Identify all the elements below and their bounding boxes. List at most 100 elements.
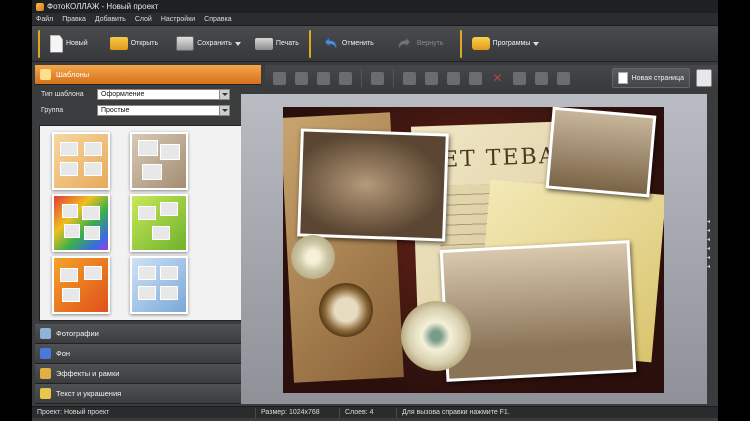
toolbar-separator — [361, 69, 362, 87]
template-thumbnail[interactable] — [130, 194, 188, 252]
main-toolbar: Новый Открыть Сохранить Печать Отменить … — [32, 26, 718, 62]
gear-icon[interactable] — [535, 71, 548, 85]
background-section-header[interactable]: Фон — [35, 344, 261, 364]
group-select[interactable]: Простые — [97, 104, 230, 116]
template-thumbnail[interactable] — [52, 256, 110, 314]
photos-section-header[interactable]: Фотографии — [35, 324, 261, 344]
canvas-toolbar: ✕ Новая страница — [265, 65, 718, 91]
chevron-down-icon[interactable] — [219, 105, 229, 115]
toolbar-separator — [308, 29, 311, 58]
undo-button[interactable]: Отменить — [317, 30, 378, 58]
templates-section-header[interactable]: Шаблоны — [35, 65, 261, 85]
accordion-sections: Фотографии Фон Эффекты и рамки Текст и у… — [35, 324, 261, 404]
menu-help[interactable]: Справка — [204, 16, 231, 23]
programs-button-label: Программы — [492, 40, 531, 47]
menu-add[interactable]: Добавить — [95, 16, 126, 23]
flip-icon[interactable] — [425, 71, 438, 85]
redo-button[interactable]: Вернуть — [392, 30, 448, 58]
template-thumbnail[interactable] — [52, 132, 110, 190]
template-thumbnail[interactable] — [130, 132, 188, 190]
text-section-header[interactable]: Текст и украшения — [35, 384, 261, 404]
template-type-value: Оформление — [101, 90, 145, 98]
photos-section-label: Фотографии — [56, 329, 99, 338]
photo-children-image — [442, 243, 634, 379]
background-section-label: Фон — [56, 349, 71, 358]
toolbar-separator — [393, 69, 394, 87]
undo-button-label: Отменить — [341, 40, 374, 47]
status-hint: Для вызова справки нажмите F1. — [402, 408, 510, 416]
arrow-left-icon[interactable]: ◂ — [707, 227, 715, 236]
save-button[interactable]: Сохранить — [172, 30, 245, 58]
template-thumbnail[interactable] — [52, 194, 110, 252]
bring-forward-icon[interactable] — [295, 71, 308, 85]
bring-front-icon[interactable] — [273, 71, 286, 85]
compass-decoration — [319, 283, 373, 337]
effects-section-label: Эффекты и рамки — [56, 369, 120, 378]
status-project: Проект: Новый проект — [32, 407, 256, 418]
new-button[interactable]: Новый — [46, 30, 92, 58]
menu-edit[interactable]: Правка — [62, 16, 86, 23]
align-icon[interactable] — [371, 71, 384, 85]
template-gallery — [39, 125, 251, 321]
menu-layer[interactable]: Слой — [135, 16, 152, 23]
background-icon — [40, 348, 51, 359]
flower-decoration — [291, 235, 335, 279]
text-icon — [40, 388, 51, 399]
status-size: Размер: 1024x768 — [256, 407, 340, 418]
group-row: Группа Простые — [35, 103, 261, 117]
templates-header-label: Шаблоны — [56, 70, 90, 79]
crop-icon[interactable] — [513, 71, 526, 85]
flower-decoration — [401, 301, 471, 371]
undo-arrow-icon — [321, 35, 339, 53]
rotate-icon[interactable] — [469, 71, 482, 85]
delete-icon[interactable]: ✕ — [491, 71, 504, 85]
send-backward-icon[interactable] — [317, 71, 330, 85]
photo-house[interactable] — [545, 107, 657, 198]
flip-right-icon[interactable] — [447, 71, 460, 85]
new-button-label: Новый — [66, 40, 88, 47]
status-layers: Слоев: 4 — [340, 407, 397, 418]
left-panel: Шаблоны Тип шаблона Оформление Группа Пр… — [35, 65, 261, 406]
panel-collapse-arrows[interactable]: ◂ ◂ ◂ ◂ ◂ ◂ — [707, 218, 715, 272]
programs-dropdown-icon[interactable] — [533, 41, 540, 46]
template-type-select[interactable]: Оформление — [97, 88, 230, 100]
toolbar-separator — [38, 29, 40, 58]
arrow-left-icon[interactable]: ◂ — [707, 254, 715, 263]
menu-settings[interactable]: Настройки — [161, 16, 195, 23]
menu-bar: Файл Правка Добавить Слой Настройки Спра… — [32, 13, 718, 26]
page-settings-icon[interactable] — [696, 69, 712, 87]
palette-icon — [40, 368, 51, 379]
chevron-down-icon[interactable] — [219, 89, 229, 99]
photo-house-image — [548, 109, 654, 195]
print-button[interactable]: Печать — [251, 30, 303, 58]
template-type-label: Тип шаблона — [41, 90, 84, 98]
open-button-label: Открыть — [130, 40, 159, 47]
lock-icon[interactable] — [557, 71, 570, 85]
new-page-button[interactable]: Новая страница — [611, 68, 690, 88]
effects-section-header[interactable]: Эффекты и рамки — [35, 364, 261, 384]
group-value: Простые — [101, 106, 130, 114]
window-title: ФотоКОЛЛАЖ - Новый проект — [47, 2, 159, 11]
letter-heading: ET TEBA — [441, 143, 558, 173]
app-logo-icon — [36, 2, 44, 11]
flip-left-icon[interactable] — [403, 71, 416, 85]
template-type-row: Тип шаблона Оформление — [35, 87, 261, 101]
arrow-left-icon[interactable]: ◂ — [707, 263, 715, 272]
arrow-left-icon[interactable]: ◂ — [707, 245, 715, 254]
photo-girl[interactable] — [297, 128, 449, 242]
photo-children[interactable] — [439, 240, 637, 382]
open-button[interactable]: Открыть — [106, 30, 163, 58]
app-window: ФотоКОЛЛАЖ - Новый проект Файл Правка До… — [32, 0, 718, 421]
save-dropdown-icon[interactable] — [234, 41, 241, 46]
new-page-icon — [617, 72, 628, 84]
arrow-left-icon[interactable]: ◂ — [707, 236, 715, 245]
menu-file[interactable]: Файл — [36, 16, 53, 23]
send-back-icon[interactable] — [339, 71, 352, 85]
arrow-left-icon[interactable]: ◂ — [707, 218, 715, 227]
printer-icon — [254, 37, 273, 50]
group-label: Группа — [41, 106, 64, 114]
new-page-label: Новая страница — [631, 74, 684, 82]
collage-canvas[interactable]: ET TEBA — [283, 107, 664, 393]
programs-button[interactable]: Программы — [468, 30, 544, 58]
template-thumbnail[interactable] — [130, 256, 188, 314]
